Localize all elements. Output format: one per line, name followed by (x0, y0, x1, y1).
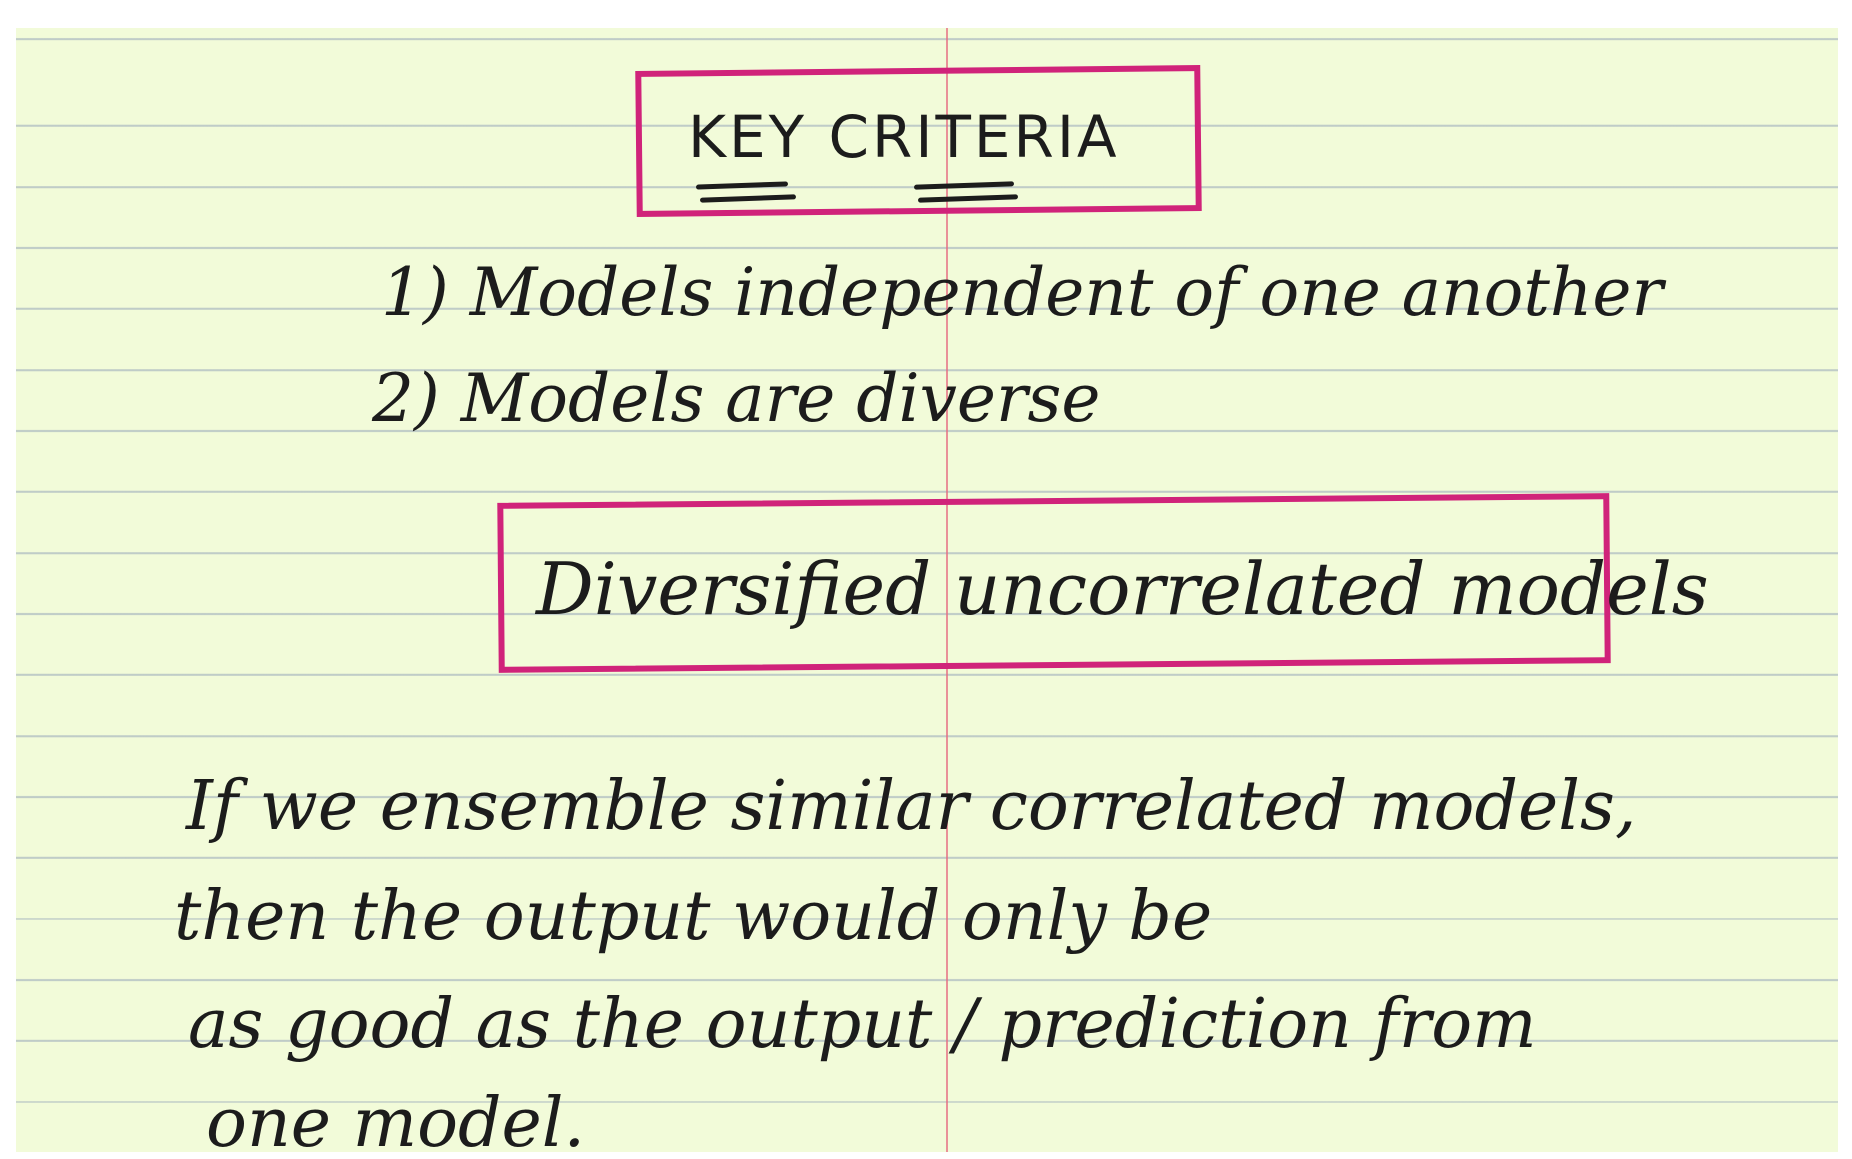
index-card: KEY CRITERIA 1) Models independent of on… (16, 28, 1838, 1152)
key-criteria-title: KEY CRITERIA (688, 103, 1120, 171)
paragraph-line: then the output would only be (174, 877, 1213, 956)
paragraph-line: as good as the output / prediction from (188, 985, 1537, 1064)
criterion-item: 2) Models are diverse (372, 360, 1101, 437)
paragraph-line: one model. (206, 1084, 586, 1153)
criterion-item: 1) Models independent of one another (381, 254, 1664, 331)
highlight-text: Diversified uncorrelated models (536, 547, 1709, 631)
paragraph-line: If we ensemble similar correlated models… (186, 767, 1637, 846)
